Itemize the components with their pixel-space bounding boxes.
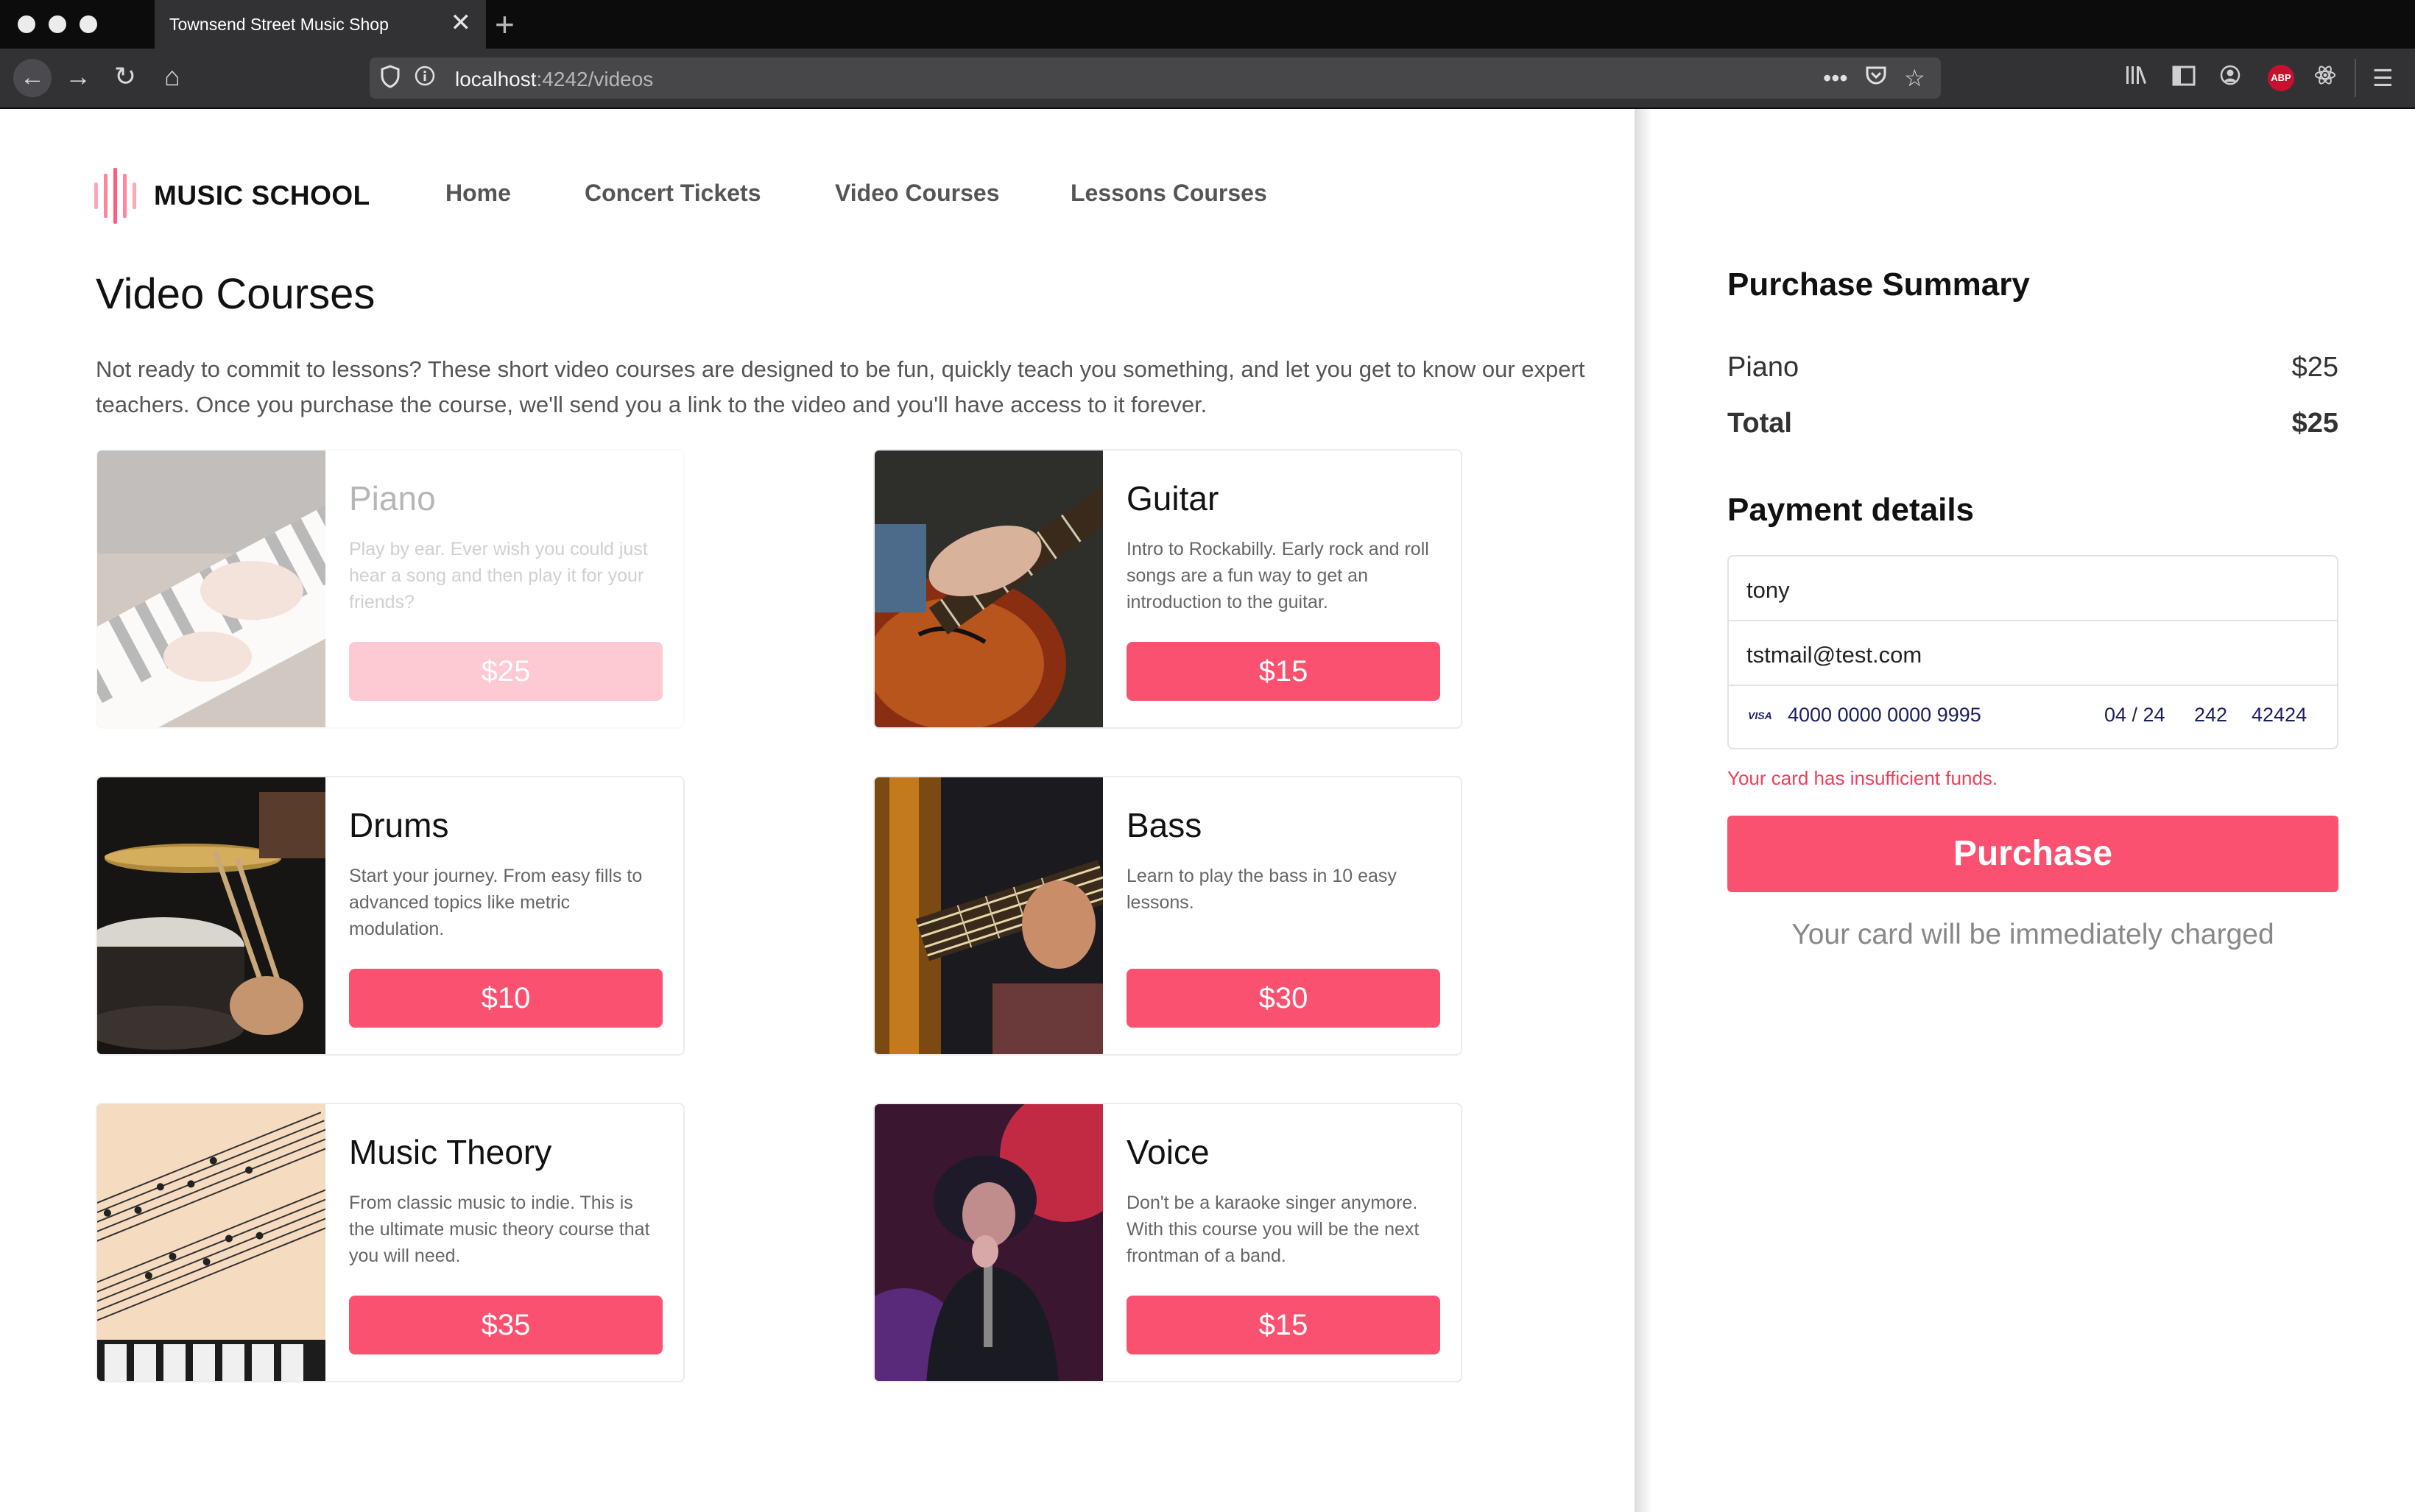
- course-description: Play by ear. Ever wish you could just he…: [349, 539, 648, 612]
- tab-title: Townsend Street Music Shop: [169, 14, 389, 34]
- browser-toolbar: ← → ↻ ⌂ localhost:4242/videos ••• ☆ ABP …: [0, 49, 2415, 109]
- hamburger-menu-icon[interactable]: ☰: [2372, 63, 2394, 93]
- summary-item-price: $25: [2291, 352, 2338, 383]
- brand-name: MUSIC SCHOOL: [154, 180, 370, 211]
- summary-item-name: Piano: [1727, 352, 1799, 383]
- tab-close-icon[interactable]: ✕: [451, 10, 472, 35]
- piano-image: [97, 451, 325, 727]
- window-minimize-button[interactable]: [49, 15, 66, 33]
- page-intro: Not ready to commit to lessons? These sh…: [96, 356, 1585, 417]
- payment-details-title: Payment details: [1727, 492, 1975, 528]
- buy-bass-button[interactable]: $30: [1127, 969, 1440, 1028]
- reload-icon[interactable]: ↻: [109, 62, 141, 91]
- buy-voice-button[interactable]: $15: [1127, 1296, 1440, 1354]
- url-text[interactable]: localhost:4242/videos: [455, 68, 653, 91]
- course-title: Bass: [1127, 806, 1202, 844]
- guitar-image: [875, 451, 1103, 727]
- buy-guitar-button[interactable]: $15: [1127, 642, 1440, 701]
- react-devtools-icon[interactable]: [2313, 63, 2337, 93]
- url-path: :4242/videos: [536, 68, 654, 91]
- field-divider: [1729, 685, 2337, 686]
- page-actions-icon[interactable]: •••: [1823, 63, 1848, 93]
- logo-mark-icon: [94, 168, 136, 224]
- course-title: Music Theory: [349, 1133, 552, 1171]
- adblock-icon[interactable]: ABP: [2268, 65, 2294, 91]
- payment-form: tony tstmail@test.com VISA 4000 0000 000…: [1727, 555, 2338, 749]
- course-card-guitar: Guitar Intro to Rockabilly. Early rock a…: [873, 449, 1462, 729]
- field-divider: [1729, 620, 2337, 621]
- nav-video-courses[interactable]: Video Courses: [835, 180, 999, 207]
- toolbar-divider: [2355, 59, 2356, 97]
- card-error-message: Your card has insufficient funds.: [1727, 767, 1998, 789]
- sidebar-icon[interactable]: [2172, 63, 2196, 93]
- pocket-icon[interactable]: [1864, 63, 1888, 93]
- course-title: Voice: [1127, 1133, 1210, 1171]
- purchase-summary-title: Purchase Summary: [1727, 266, 2030, 303]
- course-title: Drums: [349, 806, 449, 844]
- browser-tab-bar: Townsend Street Music Shop ✕ +: [0, 0, 2415, 49]
- home-icon[interactable]: ⌂: [156, 62, 188, 91]
- page-content: MUSIC SCHOOL Home Concert Tickets Video …: [0, 109, 2415, 1512]
- nav-home[interactable]: Home: [445, 180, 511, 207]
- nav-lessons-courses[interactable]: Lessons Courses: [1071, 180, 1267, 207]
- course-card-drums: Drums Start your journey. From easy fill…: [96, 776, 685, 1056]
- purchase-button[interactable]: Purchase: [1727, 816, 2338, 892]
- course-description: Learn to play the bass in 10 easy lesson…: [1127, 866, 1397, 913]
- summary-total-label: Total: [1727, 408, 1792, 439]
- name-field[interactable]: tony: [1746, 577, 1790, 604]
- singer-image: [875, 1104, 1103, 1381]
- panel-divider: [1635, 109, 1652, 1512]
- course-card-piano: Piano Play by ear. Ever wish you could j…: [96, 449, 685, 729]
- buy-piano-button[interactable]: $25: [349, 642, 663, 701]
- card-number-field[interactable]: 4000 0000 0000 9995: [1788, 704, 1981, 727]
- sheet-music-image: [97, 1104, 325, 1381]
- card-zip-field[interactable]: 42424: [2252, 704, 2307, 727]
- buy-drums-button[interactable]: $10: [349, 969, 663, 1028]
- page-title: Video Courses: [96, 270, 376, 318]
- course-title: Piano: [349, 479, 436, 517]
- course-description: Start your journey. From easy fills to a…: [349, 866, 643, 939]
- address-bar[interactable]: localhost:4242/videos ••• ☆: [370, 57, 1941, 99]
- buy-music-theory-button[interactable]: $35: [349, 1296, 663, 1354]
- course-card-bass: Bass Learn to play the bass in 10 easy l…: [873, 776, 1462, 1056]
- card-expiry-field[interactable]: 04 / 24: [2104, 704, 2165, 727]
- window-zoom-button[interactable]: [80, 15, 97, 33]
- bookmark-star-icon[interactable]: ☆: [1904, 63, 1925, 93]
- bass-image: [875, 777, 1103, 1054]
- url-host: localhost: [455, 68, 537, 91]
- course-description: Intro to Rockabilly. Early rock and roll…: [1127, 539, 1429, 612]
- shield-icon[interactable]: [380, 65, 401, 95]
- course-card-voice: Voice Don't be a karaoke singer anymore.…: [873, 1103, 1462, 1382]
- summary-total-price: $25: [2291, 408, 2338, 439]
- back-arrow-icon[interactable]: ←: [13, 59, 52, 97]
- new-tab-button[interactable]: +: [495, 6, 515, 43]
- account-icon[interactable]: [2219, 63, 2241, 93]
- card-cvc-field[interactable]: 242: [2194, 704, 2227, 727]
- site-logo[interactable]: MUSIC SCHOOL: [94, 168, 370, 224]
- course-card-music-theory: Music Theory From classic music to indie…: [96, 1103, 685, 1382]
- course-description: From classic music to indie. This is the…: [349, 1193, 650, 1266]
- charge-notice: Your card will be immediately charged: [1791, 919, 2274, 950]
- library-icon[interactable]: [2125, 63, 2150, 93]
- email-field[interactable]: tstmail@test.com: [1746, 642, 1922, 668]
- browser-tab[interactable]: Townsend Street Music Shop ✕: [155, 0, 486, 49]
- drums-image: [97, 777, 325, 1054]
- window-close-button[interactable]: [18, 15, 35, 33]
- forward-arrow-icon[interactable]: →: [62, 62, 94, 91]
- visa-card-icon: VISA: [1748, 710, 1772, 721]
- course-description: Don't be a karaoke singer anymore. With …: [1127, 1193, 1420, 1266]
- nav-concert-tickets[interactable]: Concert Tickets: [585, 180, 761, 207]
- course-title: Guitar: [1127, 479, 1219, 517]
- info-icon[interactable]: [414, 65, 436, 93]
